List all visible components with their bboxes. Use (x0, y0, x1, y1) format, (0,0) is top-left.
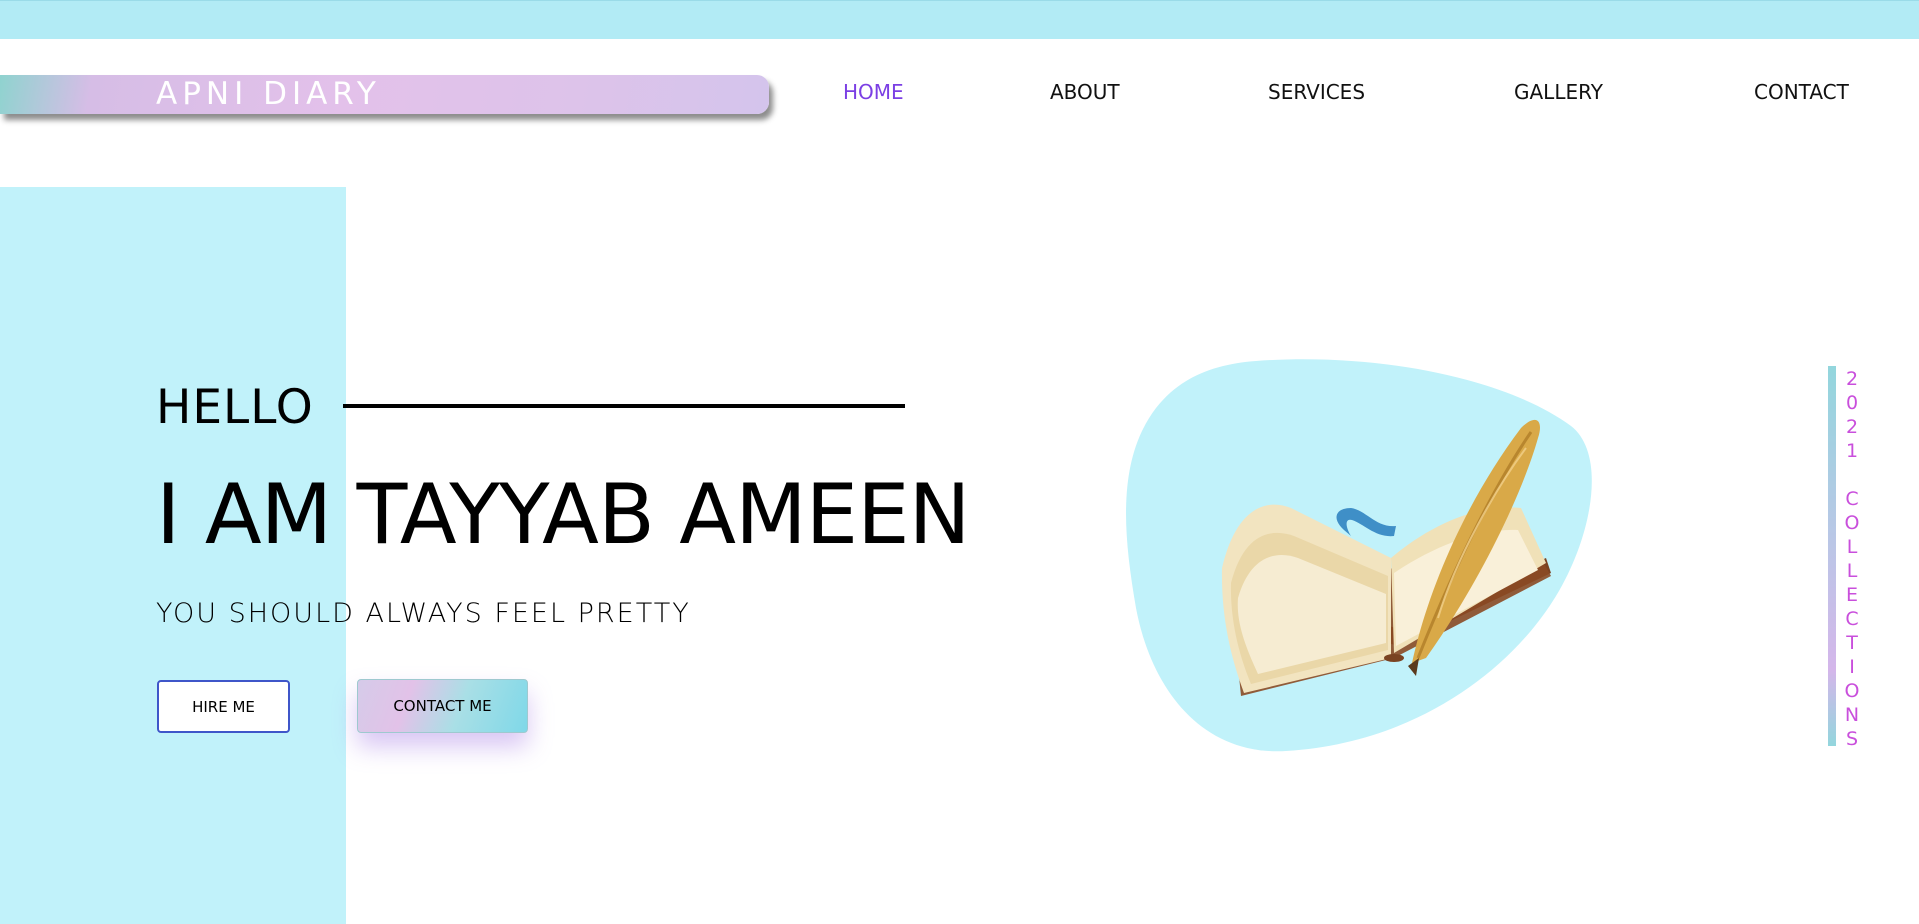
hero-tagline: YOU SHOULD ALWAYS FEEL PRETTY (156, 598, 691, 629)
side-word-char: I (1849, 656, 1855, 678)
contact-me-button[interactable]: CONTACT ME (357, 679, 528, 733)
hero-name: I AM TAYYAB AMEEN (156, 466, 971, 563)
hero-illustration (1126, 358, 1592, 752)
side-word-char: L (1846, 536, 1858, 558)
greeting-divider (343, 404, 905, 408)
logo-bar[interactable]: APNI DIARY (0, 75, 769, 114)
top-strip (0, 0, 1919, 39)
nav-contact[interactable]: CONTACT (1754, 80, 1849, 104)
nav-home[interactable]: HOME (843, 80, 904, 104)
side-word-char: O (1844, 680, 1860, 702)
side-year-char: 0 (1845, 392, 1859, 414)
side-year-char: 2 (1845, 416, 1859, 438)
side-word-char: O (1844, 512, 1860, 534)
side-word-char: L (1846, 560, 1858, 582)
book-quill-icon (1126, 359, 1592, 752)
logo-text: APNI DIARY (156, 76, 381, 112)
side-word-char: S (1845, 728, 1859, 750)
nav-about[interactable]: ABOUT (1050, 80, 1120, 104)
side-accent-bar (1828, 366, 1836, 746)
nav-services[interactable]: SERVICES (1268, 80, 1365, 104)
hire-me-button[interactable]: HIRE ME (157, 680, 290, 733)
side-year-char: 1 (1845, 440, 1859, 462)
side-word-char: T (1846, 632, 1858, 654)
side-word-char: C (1845, 608, 1859, 630)
side-year-char: 2 (1845, 368, 1859, 390)
vertical-collection-label: 2 0 2 1 C O L L E C T I O N S (1840, 367, 1864, 751)
side-word-char: E (1845, 584, 1858, 606)
side-gap (1840, 463, 1864, 487)
side-word-char: C (1845, 488, 1859, 510)
nav-gallery[interactable]: GALLERY (1514, 80, 1603, 104)
side-word-char: N (1844, 704, 1860, 726)
hero-greeting: HELLO (156, 380, 314, 435)
